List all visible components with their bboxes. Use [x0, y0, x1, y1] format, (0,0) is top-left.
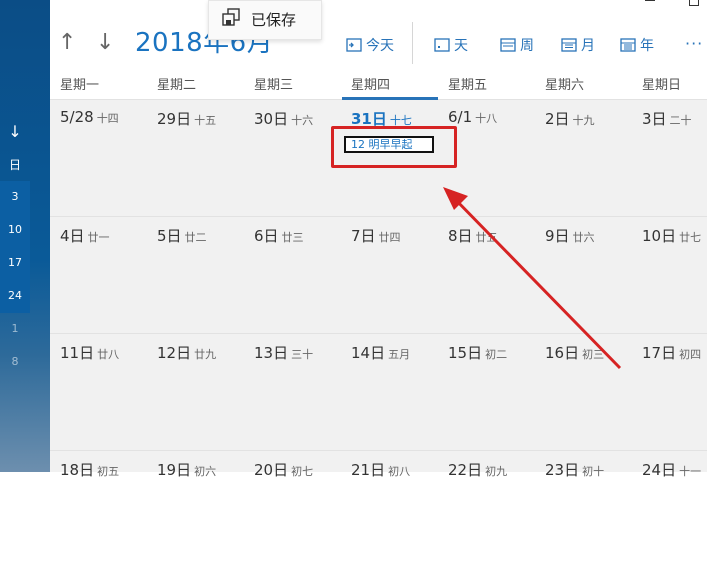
annotation-arrow [443, 187, 622, 370]
calendar-main: ↑ ↓ 2018年6月 已保存 今天 天 周 月 年 ··· 星期一 星期二 星… [50, 0, 707, 479]
sidebar-week-number[interactable]: 10 [0, 223, 30, 236]
sidebar-number[interactable]: 8 [0, 355, 30, 368]
sidebar-week-number[interactable]: 24 [0, 289, 30, 302]
sidebar-week-number[interactable]: 3 [0, 190, 30, 203]
sidebar-number[interactable]: 1 [0, 322, 30, 335]
left-sidebar: ↓ 日 3 10 17 24 1 8 [0, 0, 50, 472]
sidebar-selected-label: 日 [8, 158, 21, 172]
sidebar-week-number[interactable]: 17 [0, 256, 30, 269]
down-arrow-icon[interactable]: ↓ [0, 122, 30, 141]
